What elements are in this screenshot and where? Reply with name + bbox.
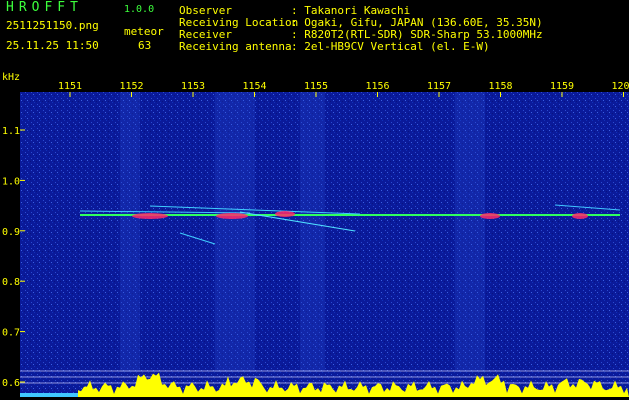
meteor-echo bbox=[132, 213, 168, 219]
x-tick-label: 1155 bbox=[304, 81, 328, 92]
y-unit-label: kHz bbox=[2, 72, 20, 83]
y-tick-label: 0.6 bbox=[2, 378, 20, 389]
app-logo: HROFFT bbox=[6, 0, 83, 15]
x-tick-label: 1153 bbox=[181, 81, 205, 92]
filename: 2511251150.png bbox=[6, 19, 99, 32]
spectrogram-panel: 1151 1152 1153 1154 1155 1156 1157 1158 1159 1200… bbox=[0, 62, 629, 400]
x-tick-label: 1157 bbox=[427, 81, 451, 92]
x-tick-label: 1159 bbox=[550, 81, 574, 92]
y-tick-label: 0.8 bbox=[2, 277, 20, 288]
y-tick-label: 1.0 bbox=[2, 176, 20, 187]
meteor-echo bbox=[480, 213, 500, 219]
info-label-antenna: Receiving antenna bbox=[179, 40, 292, 53]
meteor-label: meteor bbox=[124, 25, 164, 38]
meteor-echo bbox=[572, 213, 588, 219]
x-tick-label: 1154 bbox=[242, 81, 266, 92]
x-tick-label: 1152 bbox=[119, 81, 143, 92]
info-value-antenna: : 2el-HB9CV Vertical (el. E-W) bbox=[291, 40, 490, 53]
noise-band bbox=[300, 92, 325, 372]
meteor-echo bbox=[216, 213, 248, 219]
x-tick-label: 1156 bbox=[365, 81, 389, 92]
spectrogram-svg: 1151 1152 1153 1154 1155 1156 1157 1158 1159 1200… bbox=[2, 72, 629, 397]
level-indicator bbox=[20, 393, 78, 397]
noise-band bbox=[120, 92, 140, 372]
y-tick-label: 0.9 bbox=[2, 227, 20, 238]
x-tick-label: 1200 bbox=[611, 81, 629, 92]
noise-band bbox=[215, 92, 255, 372]
y-tick-label: 1.1 bbox=[2, 126, 20, 137]
x-tick-label: 1151 bbox=[58, 81, 82, 92]
datetime: 25.11.25 11:50 bbox=[6, 39, 99, 52]
header-panel: HROFFT 1.0.0 2511251150.png meteor 25.11… bbox=[0, 0, 629, 62]
y-tick-label: 0.7 bbox=[2, 328, 20, 339]
x-tick-label: 1158 bbox=[488, 81, 512, 92]
noise-band bbox=[455, 92, 485, 372]
meteor-echo bbox=[275, 211, 295, 217]
app-version: 1.0.0 bbox=[124, 4, 155, 15]
meteor-count: 63 bbox=[138, 39, 152, 52]
